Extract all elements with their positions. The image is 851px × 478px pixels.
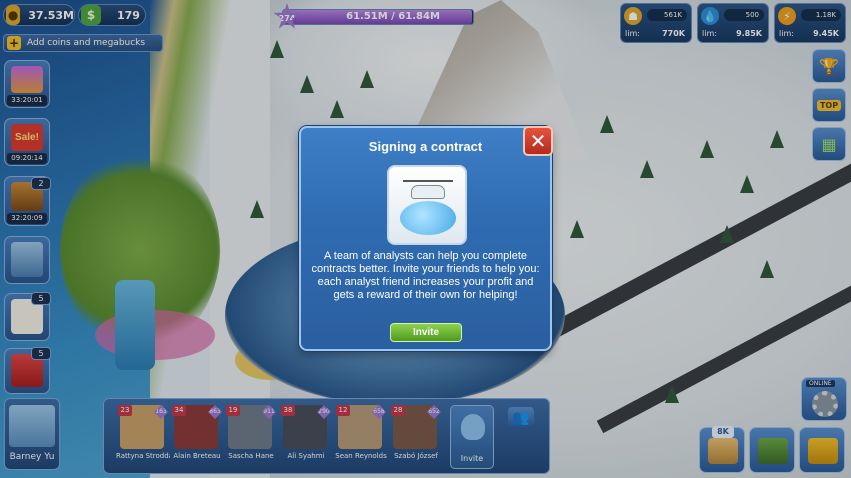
dialog-title: Signing a contract [368,139,483,154]
dialog-body-text: A team of analysts can help you complete… [311,250,540,301]
helicopter-icon [387,165,467,245]
close-icon: ✕ [529,129,547,153]
rotor-shape [403,180,453,182]
contract-dialog: Signing a contract ✕ A team of analysts … [299,126,553,351]
helicopter-body [411,185,445,199]
close-button[interactable]: ✕ [523,126,553,156]
invite-button[interactable]: Invite [390,323,462,342]
cloud-shape [400,201,456,235]
